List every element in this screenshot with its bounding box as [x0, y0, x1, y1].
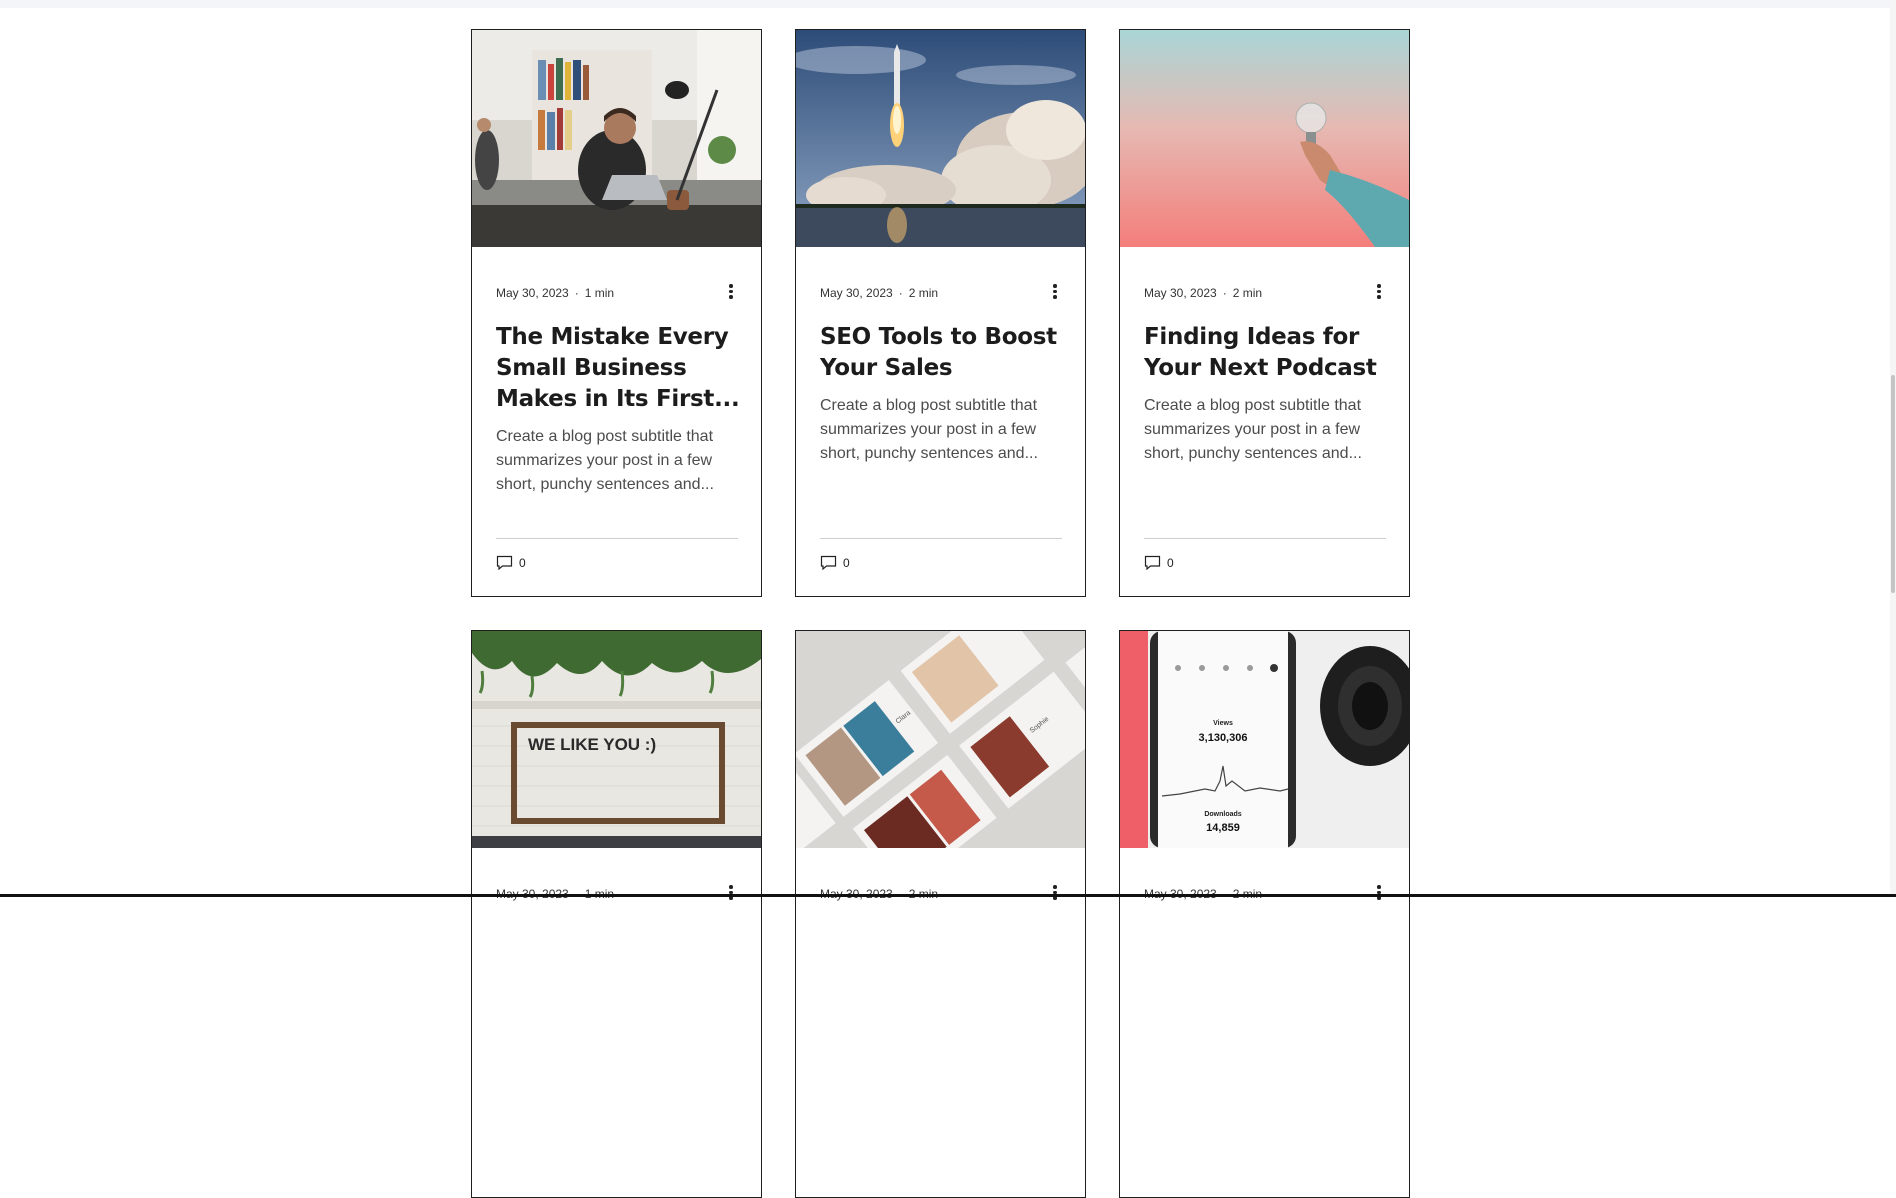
more-options-icon[interactable]: [1373, 883, 1385, 903]
post-cover-image[interactable]: [472, 30, 761, 247]
more-options-icon[interactable]: [725, 883, 737, 903]
post-cover-image[interactable]: Views 3,130,306 Downloads 14,859: [1120, 631, 1409, 848]
post-read-time: 1 min: [584, 286, 615, 300]
comments-count[interactable]: 0: [820, 555, 850, 571]
more-options-icon[interactable]: [725, 282, 737, 302]
portfolio-photo: Clara Sophie: [796, 631, 1085, 848]
more-options-icon[interactable]: [1049, 282, 1061, 302]
post-meta: May 30, 2023·2 min: [1144, 286, 1263, 300]
blog-post-card[interactable]: Clara Sophie May 30, 2023·2 min: [795, 630, 1086, 1198]
phone-views-value: 3,130,306: [1199, 732, 1248, 744]
post-date: May 30, 2023: [1144, 286, 1217, 300]
more-options-icon[interactable]: [1373, 282, 1385, 302]
comment-icon: [496, 555, 513, 571]
phone-downloads-label: Downloads: [1204, 811, 1241, 818]
post-title[interactable]: Finding Ideas for Your Next Podcast: [1144, 322, 1389, 384]
phone-views-label: Views: [1213, 720, 1233, 727]
post-excerpt[interactable]: Create a blog post subtitle that summari…: [1144, 394, 1394, 466]
comment-icon: [820, 555, 837, 571]
scrollbar-thumb[interactable]: [1891, 375, 1895, 593]
sign-photo: WE LIKE YOU :): [472, 631, 761, 848]
divider: [1144, 538, 1386, 539]
post-cover-image[interactable]: [1120, 30, 1409, 247]
post-cover-image[interactable]: WE LIKE YOU :): [472, 631, 761, 848]
comments-count[interactable]: 0: [496, 555, 526, 571]
post-meta: May 30, 2023·1 min: [496, 286, 615, 300]
rocket-launch-photo: [796, 30, 1085, 247]
post-title[interactable]: SEO Tools to Boost Your Sales: [820, 322, 1065, 384]
post-read-time: 2 min: [908, 286, 939, 300]
post-meta: May 30, 2023·2 min: [820, 286, 939, 300]
post-title[interactable]: The Mistake Every Small Business Makes i…: [496, 322, 741, 415]
post-excerpt[interactable]: Create a blog post subtitle that summari…: [496, 425, 746, 497]
post-excerpt[interactable]: Create a blog post subtitle that summari…: [820, 394, 1070, 466]
post-cover-image[interactable]: [796, 30, 1085, 247]
phone-analytics-photo: Views 3,130,306 Downloads 14,859: [1120, 631, 1409, 848]
comment-count-value: 0: [519, 556, 526, 570]
blog-post-card[interactable]: WE LIKE YOU :) May 30, 2023·1 min: [471, 630, 762, 1198]
post-read-time: 2 min: [1232, 286, 1263, 300]
lightbulb-photo: [1120, 30, 1409, 247]
post-cover-image[interactable]: Clara Sophie: [796, 631, 1085, 848]
divider: [820, 538, 1062, 539]
blog-post-card[interactable]: May 30, 2023 · 1 min The Mistake Every Sma…: [471, 29, 762, 597]
office-photo: [472, 30, 761, 247]
comments-count[interactable]: 0: [1144, 555, 1174, 571]
more-options-icon[interactable]: [1049, 883, 1061, 903]
post-date: May 30, 2023: [496, 286, 569, 300]
comment-icon: [1144, 555, 1161, 571]
comment-count-value: 0: [1167, 556, 1174, 570]
divider: [496, 538, 738, 539]
post-date: May 30, 2023: [820, 286, 893, 300]
comment-count-value: 0: [843, 556, 850, 570]
sign-text: WE LIKE YOU :): [528, 735, 656, 754]
page-top-strip: [0, 0, 1896, 8]
blog-post-card[interactable]: May 30, 2023 · 2 min SEO Tools to Boost Yo…: [795, 29, 1086, 597]
phone-downloads-value: 14,859: [1206, 822, 1240, 834]
blog-post-card[interactable]: Views 3,130,306 Downloads 14,859 May 30,…: [1119, 630, 1410, 1198]
blog-post-card[interactable]: May 30, 2023 · 2 min Finding Ideas for You…: [1119, 29, 1410, 597]
